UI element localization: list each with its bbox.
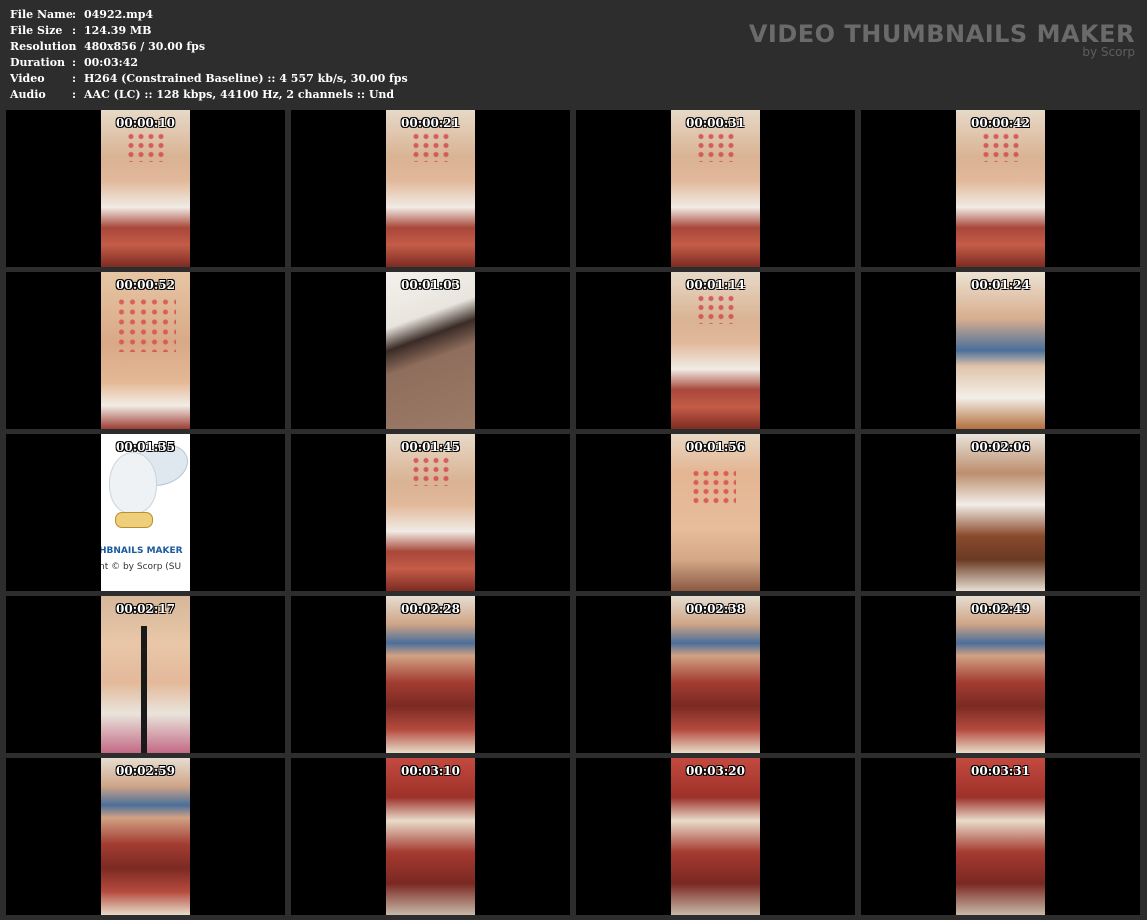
metadata-key: Resolution	[10, 40, 77, 53]
timestamp-label: 00:00:21	[401, 116, 460, 130]
watermark-copyright: nt © by Scorp (SU	[101, 562, 182, 572]
thumbnail-frame: HBNAILS MAKER nt © by Scorp (SU 00:01:35	[101, 434, 190, 591]
metadata-separator: :	[72, 40, 77, 53]
metadata-key: File Size	[10, 24, 63, 37]
header: File Name : 04922.mp4 File Size : 124.39…	[0, 0, 1147, 108]
metadata-value: 00:03:42	[84, 56, 139, 69]
timestamp-label: 00:00:52	[116, 278, 175, 292]
metadata-key: Audio	[10, 88, 46, 101]
thumbnail-frame: 00:01:45	[386, 434, 475, 591]
metadata-separator: :	[72, 88, 77, 101]
metadata-key: Video	[10, 72, 45, 85]
thumbnail-cell[interactable]: 00:00:21	[291, 110, 570, 267]
brand-title: VIDEO THUMBNAILS MAKER	[748, 20, 1135, 48]
metadata-value: 124.39 MB	[84, 24, 152, 37]
thumbnail-cell[interactable]: 00:02:49	[861, 596, 1140, 753]
metadata-row: Duration : 00:03:42	[10, 55, 408, 71]
timestamp-label: 00:01:14	[686, 278, 745, 292]
timestamp-label: 00:00:10	[116, 116, 175, 130]
metadata-row: Audio : AAC (LC) :: 128 kbps, 44100 Hz, …	[10, 87, 408, 103]
timestamp-label: 00:02:38	[686, 602, 745, 616]
thumbnail-cell[interactable]: 00:02:38	[576, 596, 855, 753]
thumbnail-frame: 00:00:52	[101, 272, 190, 429]
watermark-title: HBNAILS MAKER	[101, 546, 183, 556]
timestamp-label: 00:01:03	[401, 278, 460, 292]
timestamp-label: 00:01:24	[971, 278, 1030, 292]
metadata-separator: :	[72, 8, 77, 21]
thumbnail-frame: 00:02:38	[671, 596, 760, 753]
thumbnail-frame: 00:03:20	[671, 758, 760, 915]
thumbnail-cell[interactable]: 00:02:28	[291, 596, 570, 753]
metadata-row: File Size : 124.39 MB	[10, 23, 408, 39]
metadata-value: H264 (Constrained Baseline) :: 4 557 kb/…	[84, 72, 408, 85]
thumbnail-frame: 00:02:17	[101, 596, 190, 753]
metadata-separator: :	[72, 72, 77, 85]
metadata-value: 04922.mp4	[84, 8, 154, 21]
timestamp-label: 00:02:59	[116, 764, 175, 778]
metadata-separator: :	[72, 24, 77, 37]
metadata-value: 480x856 / 30.00 fps	[84, 40, 206, 53]
thumbnail-frame: 00:01:03	[386, 272, 475, 429]
thumbnail-frame: 00:03:10	[386, 758, 475, 915]
timestamp-label: 00:01:56	[686, 440, 745, 454]
thumbnail-cell[interactable]: 00:00:10	[6, 110, 285, 267]
thumbnail-cell[interactable]: 00:01:45	[291, 434, 570, 591]
thumbnail-frame: 00:02:28	[386, 596, 475, 753]
metadata-row: Video : H264 (Constrained Baseline) :: 4…	[10, 71, 408, 87]
brand-logo: VIDEO THUMBNAILS MAKER by Scorp	[749, 20, 1135, 58]
timestamp-label: 00:01:45	[401, 440, 460, 454]
timestamp-label: 00:01:35	[116, 440, 175, 454]
thumbnail-cell[interactable]: 00:00:42	[861, 110, 1140, 267]
thumbnail-frame: 00:01:24	[956, 272, 1045, 429]
thumbnail-frame: 00:03:31	[956, 758, 1045, 915]
thumbnail-cell[interactable]: 00:03:31	[861, 758, 1140, 915]
thumbnail-frame: 00:00:10	[101, 110, 190, 267]
thumbnail-cell[interactable]: 00:02:59	[6, 758, 285, 915]
thumbnail-frame: 00:00:21	[386, 110, 475, 267]
thumbnail-cell[interactable]: 00:02:17	[6, 596, 285, 753]
thumbnail-frame: 00:02:49	[956, 596, 1045, 753]
thumbnail-cell[interactable]: 00:03:20	[576, 758, 855, 915]
metadata-separator: :	[72, 56, 77, 69]
thumbnail-cell[interactable]: HBNAILS MAKER nt © by Scorp (SU 00:01:35	[6, 434, 285, 591]
timestamp-label: 00:03:10	[401, 764, 460, 778]
thumbnail-frame: 00:00:42	[956, 110, 1045, 267]
timestamp-label: 00:03:20	[686, 764, 745, 778]
thumbnail-cell[interactable]: 00:00:31	[576, 110, 855, 267]
metadata-row: File Name : 04922.mp4	[10, 7, 408, 23]
timestamp-label: 00:00:42	[971, 116, 1030, 130]
thumbnail-frame: 00:01:56	[671, 434, 760, 591]
metadata-row: Resolution : 480x856 / 30.00 fps	[10, 39, 408, 55]
owl-logo-icon	[109, 452, 157, 514]
thumbnail-frame: 00:02:59	[101, 758, 190, 915]
thumbnail-cell[interactable]: 00:02:06	[861, 434, 1140, 591]
thumbnail-cell[interactable]: 00:01:03	[291, 272, 570, 429]
thumbnail-frame: 00:01:14	[671, 272, 760, 429]
thumbnail-cell[interactable]: 00:00:52	[6, 272, 285, 429]
thumbnail-cell[interactable]: 00:03:10	[291, 758, 570, 915]
timestamp-label: 00:00:31	[686, 116, 745, 130]
timestamp-label: 00:02:06	[971, 440, 1030, 454]
timestamp-label: 00:02:17	[116, 602, 175, 616]
scroll-icon	[115, 512, 153, 528]
thumbnail-cell[interactable]: 00:01:56	[576, 434, 855, 591]
metadata-key: Duration	[10, 56, 66, 69]
metadata-value: AAC (LC) :: 128 kbps, 44100 Hz, 2 channe…	[84, 88, 395, 101]
metadata-key: File Name	[10, 8, 73, 21]
thumbnail-cell[interactable]: 00:01:24	[861, 272, 1140, 429]
thumbnail-frame: 00:00:31	[671, 110, 760, 267]
timestamp-label: 00:02:49	[971, 602, 1030, 616]
thumbnail-grid: 00:00:10 00:00:21 00:00:31 00:00:42 00:00:52…	[6, 110, 1140, 915]
thumbnail-frame: 00:02:06	[956, 434, 1045, 591]
metadata-block: File Name : 04922.mp4 File Size : 124.39…	[10, 7, 408, 103]
timestamp-label: 00:02:28	[401, 602, 460, 616]
thumbnail-cell[interactable]: 00:01:14	[576, 272, 855, 429]
timestamp-label: 00:03:31	[971, 764, 1030, 778]
